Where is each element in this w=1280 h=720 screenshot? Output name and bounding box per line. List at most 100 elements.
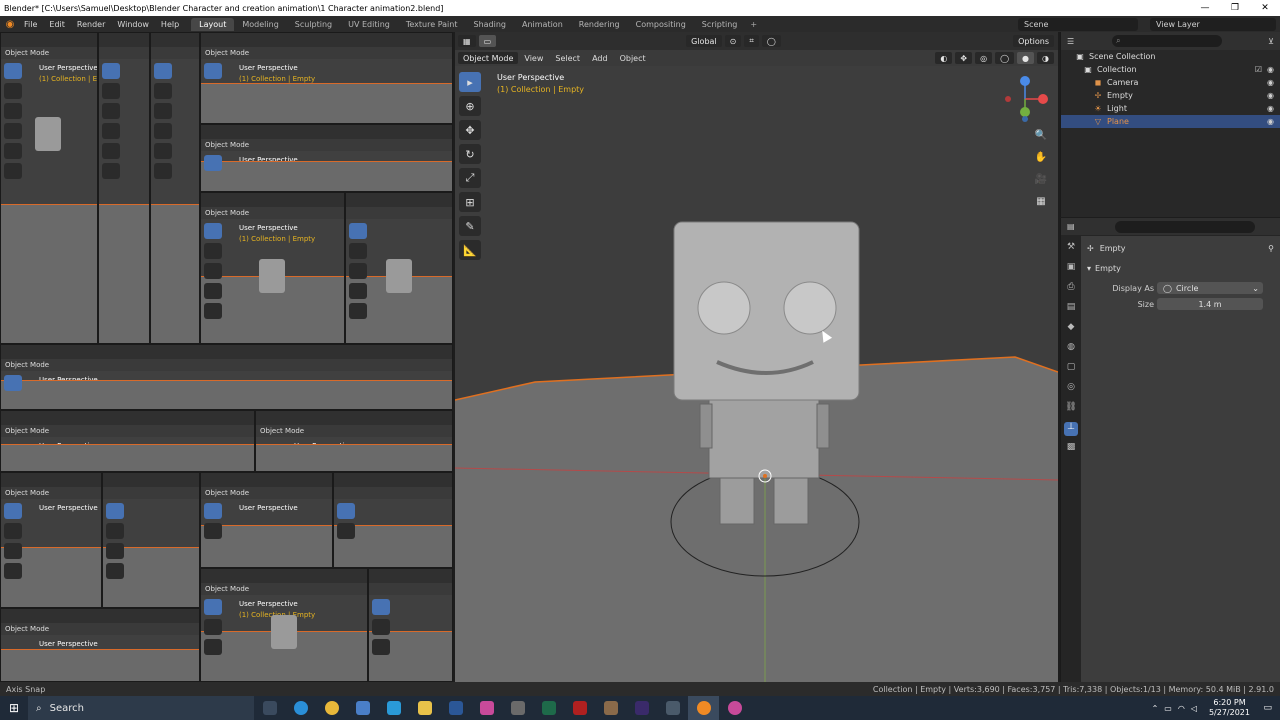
shading-solid-icon[interactable]: ● [1017, 52, 1035, 64]
file-explorer-icon[interactable] [409, 696, 440, 720]
app-icon[interactable] [564, 696, 595, 720]
transform-tool-icon[interactable]: ⊞ [459, 192, 481, 212]
mini-viewport[interactable]: Object Mode User Perspective [0, 472, 102, 608]
mini-viewport[interactable]: Object Mode User Perspective [0, 410, 255, 472]
object-tab-icon[interactable]: ▢ [1064, 362, 1078, 376]
output-tab-icon[interactable]: ⎙ [1064, 282, 1078, 296]
navigation-gizmo[interactable] [1000, 74, 1050, 124]
tab-uv-editing[interactable]: UV Editing [340, 18, 398, 31]
main-3d-viewport[interactable]: ▦ ▭ Global ⊙ ⌗ ◯ Options Object Mode Vie… [455, 32, 1058, 682]
minimize-button[interactable]: — [1190, 3, 1220, 13]
cursor-tool-icon[interactable]: ⊕ [459, 96, 481, 116]
collection-checkbox[interactable]: ☑ [1255, 65, 1262, 74]
mini-viewport[interactable]: Object Mode User Perspective (1) Collect… [200, 568, 368, 682]
mini-viewport[interactable] [368, 568, 453, 682]
close-button[interactable]: ✕ [1250, 3, 1280, 13]
move-tool-icon[interactable]: ✥ [459, 120, 481, 140]
outliner-item-camera[interactable]: ◼ Camera ◉ [1061, 76, 1280, 89]
tray-up-arrow-icon[interactable]: ⌃ [1152, 704, 1159, 713]
tab-texture-paint[interactable]: Texture Paint [398, 18, 466, 31]
menu-file[interactable]: File [18, 20, 43, 29]
taskbar-search[interactable]: ⌕ Search [28, 696, 254, 720]
edge-icon[interactable] [285, 696, 316, 720]
visibility-eye-icon[interactable]: ◉ [1267, 91, 1274, 100]
blender-taskbar-icon[interactable] [688, 696, 719, 720]
photos-icon[interactable] [471, 696, 502, 720]
clock[interactable]: 6:20 PM 5/27/2021 [1209, 698, 1250, 718]
properties-editor-icon[interactable]: ▤ [1067, 222, 1075, 231]
ortho-toggle-icon[interactable]: ▦ [1033, 196, 1049, 212]
menu-edit[interactable]: Edit [43, 20, 71, 29]
visibility-icon[interactable]: ◐ [935, 52, 953, 64]
constraints-tab-icon[interactable]: ⛓ [1064, 402, 1078, 416]
tab-compositing[interactable]: Compositing [628, 18, 694, 31]
mode-selector[interactable]: Object Mode [458, 52, 519, 64]
shading-wireframe-icon[interactable]: ◯ [995, 52, 1015, 64]
mini-viewport[interactable]: Object Mode User Perspective (1) Collect… [200, 192, 345, 344]
outliner-item-empty[interactable]: ✢ Empty ◉ [1061, 89, 1280, 102]
measure-tool-icon[interactable]: 📐 [459, 240, 481, 260]
display-as-dropdown[interactable]: ◯ Circle ⌄ [1157, 282, 1263, 294]
mini-viewport[interactable] [333, 472, 453, 568]
transform-orientation-selector[interactable]: Global [686, 35, 722, 47]
render-tab-icon[interactable]: ▣ [1064, 262, 1078, 276]
mini-viewport[interactable]: Object Mode User Perspective (1) Collect… [0, 608, 200, 682]
mini-viewport[interactable]: Object Mode User Perspective [200, 472, 333, 568]
mini-viewport[interactable]: Object Mode User Perspective (1) Collect… [200, 32, 453, 124]
network-icon[interactable]: ▭ [1164, 704, 1172, 713]
gizmo-toggle-icon[interactable]: ✥ [955, 52, 973, 64]
mini-viewport[interactable]: Object Mode User Perspective (1) Collect… [0, 344, 453, 410]
vscode-icon[interactable] [378, 696, 409, 720]
rotate-tool-icon[interactable]: ↻ [459, 144, 481, 164]
pin-icon[interactable]: ⚲ [1268, 244, 1274, 253]
wifi-icon[interactable]: ◠ [1178, 704, 1185, 713]
menu-add[interactable]: Add [586, 54, 614, 63]
maximize-button[interactable]: ❐ [1220, 3, 1250, 13]
snap-icon[interactable]: ⌗ [744, 35, 759, 47]
tab-modeling[interactable]: Modeling [234, 18, 286, 31]
outliner-item-plane[interactable]: ▽ Plane ◉ [1061, 115, 1280, 128]
after-effects-icon[interactable] [626, 696, 657, 720]
audition-icon[interactable] [533, 696, 564, 720]
shading-material-icon[interactable]: ◑ [1037, 52, 1054, 64]
properties-search[interactable] [1114, 220, 1255, 233]
tab-shading[interactable]: Shading [465, 18, 514, 31]
word-icon[interactable] [440, 696, 471, 720]
camera-view-icon[interactable]: 🎥 [1033, 174, 1049, 190]
object-data-tab-icon[interactable]: ⊥ [1064, 422, 1078, 436]
volume-icon[interactable]: ◁ [1191, 704, 1197, 713]
annotate-tool-icon[interactable]: ✎ [459, 216, 481, 236]
blender-logo-icon[interactable]: ◉ [2, 16, 18, 32]
empty-panel-header[interactable]: ▾ Empty [1081, 260, 1280, 276]
visibility-eye-icon[interactable]: ◉ [1267, 117, 1274, 126]
editor-type-icon[interactable]: ▦ [458, 35, 476, 47]
pivot-icon[interactable]: ⊙ [724, 35, 742, 47]
menu-object[interactable]: Object [614, 54, 652, 63]
view-layer-tab-icon[interactable]: ▤ [1064, 302, 1078, 316]
menu-render[interactable]: Render [71, 20, 111, 29]
scale-tool-icon[interactable]: ⤢ [459, 168, 481, 188]
outliner-editor-icon[interactable]: ☰ [1067, 37, 1074, 46]
proportional-edit-icon[interactable]: ◯ [761, 35, 781, 47]
menu-view[interactable]: View [518, 54, 549, 63]
tab-scripting[interactable]: Scripting [694, 18, 746, 31]
pan-icon[interactable]: ✋ [1033, 152, 1049, 168]
paint-icon[interactable] [719, 696, 750, 720]
tool-tab-icon[interactable]: ⚒ [1064, 242, 1078, 256]
store-icon[interactable] [347, 696, 378, 720]
options-button[interactable]: Options [1013, 35, 1054, 47]
size-field[interactable]: 1.4 m [1157, 298, 1263, 310]
outliner-item-light[interactable]: ☀ Light ◉ [1061, 102, 1280, 115]
mini-viewport[interactable] [98, 32, 150, 344]
tab-rendering[interactable]: Rendering [571, 18, 628, 31]
mini-viewport[interactable]: Object Mode User Perspective [255, 410, 453, 472]
world-tab-icon[interactable]: ◍ [1064, 342, 1078, 356]
tab-layout[interactable]: Layout [191, 17, 235, 31]
mini-viewport[interactable]: Object Mode User Perspective (1) Collect… [200, 124, 453, 192]
outliner-collection[interactable]: ▣ Collection ☑ ◉ [1061, 63, 1280, 76]
tab-sculpting[interactable]: Sculpting [287, 18, 340, 31]
visibility-eye-icon[interactable]: ◉ [1267, 78, 1274, 87]
add-workspace-icon[interactable]: + [745, 20, 762, 29]
visibility-eye-icon[interactable]: ◉ [1267, 104, 1274, 113]
scene-selector[interactable]: Scene [1018, 18, 1138, 31]
